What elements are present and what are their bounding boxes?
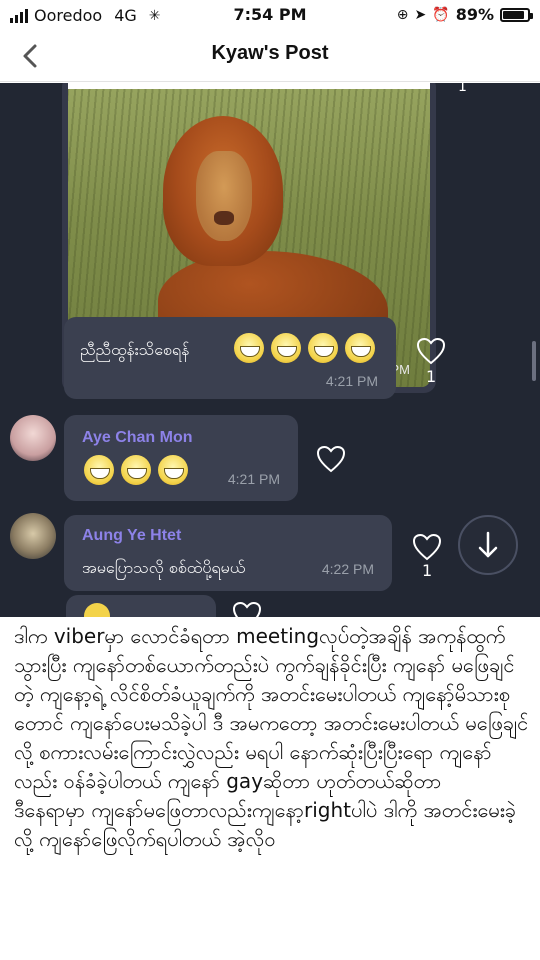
message-bubble-1[interactable]: ညီညီထွန်းသိစေရန် 4:21 PM — [64, 317, 396, 399]
message-3-time: 4:22 PM — [321, 561, 374, 577]
arrow-down-icon — [478, 531, 498, 558]
message-1-like-count: 1 — [426, 367, 437, 386]
meme-caption-strip — [68, 83, 430, 89]
heart-icon[interactable] — [412, 533, 442, 561]
message-3-text: အမပြောသလို စစ်ထဲပို့ရမယ် — [82, 558, 246, 577]
chat-screenshot[interactable]: 4:20 PM 1 ညီညီထွန်းသိစေရန် 4:21 PM 1 Aye… — [0, 83, 540, 617]
message-bubble-2[interactable]: Aye Chan Mon 4:21 PM — [64, 415, 298, 501]
grin-emoji-icon — [271, 333, 301, 363]
status-right: ⊕ ➤ ⏰ 89% — [396, 5, 533, 24]
message-3-like-count: 1 — [422, 561, 433, 580]
message-1-emojis — [234, 333, 394, 363]
post-paragraph-1: ဒါက viberမှာ လောင်ခံရတာ meetingလုပ်တဲ့အခ… — [14, 624, 529, 793]
message-1-text: ညီညီထွန်းသိစေရန် — [80, 340, 190, 359]
message-bubble-3[interactable]: Aung Ye Htet အမပြောသလို စစ်ထဲပို့ရမယ် 4:… — [64, 515, 392, 591]
lock-rotation-icon: ⊕ — [396, 6, 409, 23]
avatar-aye-chan-mon[interactable] — [10, 415, 56, 461]
post-paragraph-2: ဒီနေရာမှာ ကျနော်မဖြေတာလည်းကျနော့rightပါပ… — [14, 798, 517, 851]
battery-fill — [503, 10, 525, 19]
message-2-time: 4:21 PM — [227, 471, 280, 487]
status-bar: Ooredoo 4G ✳ 7:54 PM ⊕ ➤ ⏰ 89% — [0, 0, 540, 30]
page-title: Kyaw's Post — [211, 42, 329, 64]
grin-emoji-icon — [158, 455, 188, 485]
nav-header: Kyaw's Post — [0, 30, 540, 82]
message-1-time: 4:21 PM — [325, 373, 378, 389]
message-3-sender: Aung Ye Htet — [82, 527, 182, 544]
chat-scrollbar[interactable] — [532, 341, 536, 381]
message-2-emojis — [84, 455, 204, 485]
message-2-sender: Aye Chan Mon — [82, 429, 193, 446]
grin-emoji-icon — [234, 333, 264, 363]
alarm-icon: ⏰ — [432, 6, 450, 23]
grin-emoji-icon — [84, 455, 114, 485]
avatar-aung-ye-htet[interactable] — [10, 513, 56, 559]
battery-percent: 89% — [455, 5, 494, 24]
grin-emoji-icon — [345, 333, 375, 363]
image-message-count: 1 — [458, 83, 467, 95]
post-body: ဒါက viberမှာ လောင်ခံရတာ meetingလုပ်တဲ့အခ… — [14, 622, 530, 854]
heart-icon[interactable] — [232, 601, 262, 617]
grin-emoji-icon — [121, 455, 151, 485]
heart-icon[interactable] — [416, 337, 446, 365]
scroll-down-button[interactable] — [458, 515, 518, 575]
battery-icon — [500, 7, 533, 22]
heart-icon[interactable] — [316, 445, 346, 473]
grin-emoji-icon — [308, 333, 338, 363]
location-icon: ➤ — [414, 6, 427, 23]
